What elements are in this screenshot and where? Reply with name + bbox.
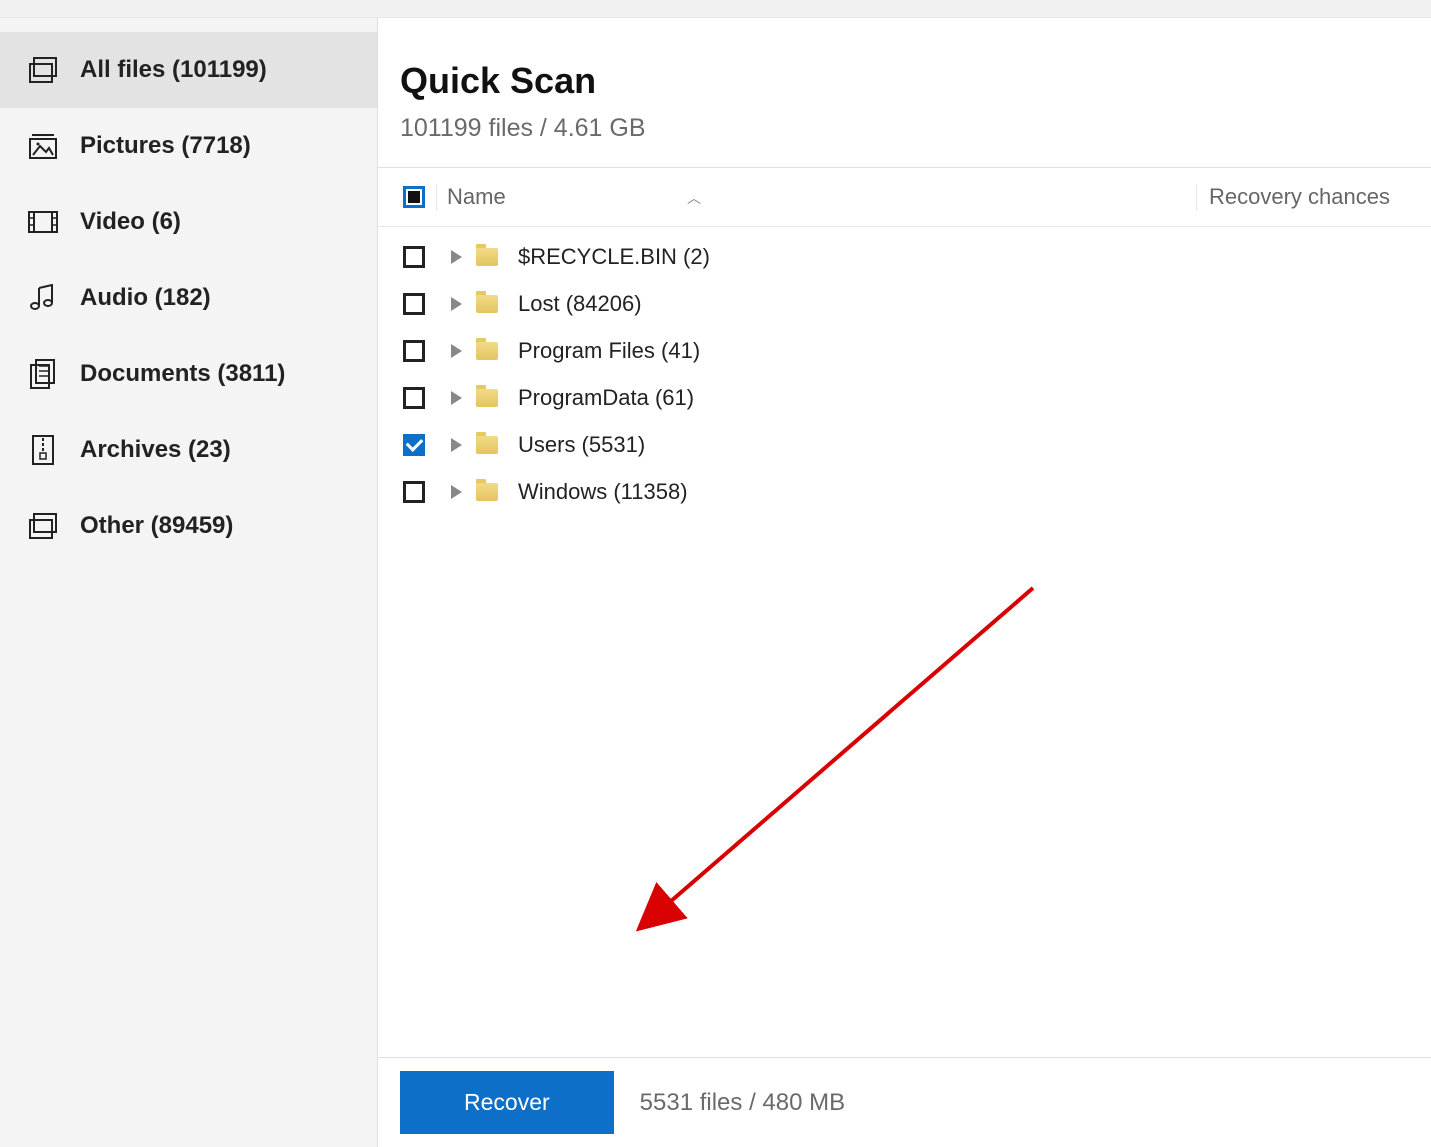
footer-bar: Recover 5531 files / 480 MB xyxy=(378,1057,1431,1147)
scan-summary: 101199 files / 4.61 GB xyxy=(400,114,1409,143)
sidebar-item-other[interactable]: Other (89459) xyxy=(0,488,377,564)
page-title: Quick Scan xyxy=(400,60,1409,102)
folder-name: Lost (84206) xyxy=(518,291,1431,317)
sidebar-item-video[interactable]: Video (6) xyxy=(0,184,377,260)
chevron-right-icon xyxy=(451,344,462,358)
table-row[interactable]: $RECYCLE.BIN (2) xyxy=(378,233,1431,280)
table-row[interactable]: ProgramData (61) xyxy=(378,374,1431,421)
selection-status: 5531 files / 480 MB xyxy=(640,1089,845,1117)
select-all-checkbox[interactable] xyxy=(403,186,425,208)
folder-icon xyxy=(476,483,506,501)
row-checkbox[interactable] xyxy=(403,246,425,268)
column-header-name[interactable]: Name ︿ xyxy=(436,184,1196,210)
sidebar-item-label: Pictures (7718) xyxy=(80,132,251,160)
folder-name: ProgramData (61) xyxy=(518,385,1431,411)
sort-ascending-icon: ︿ xyxy=(687,188,701,208)
expand-toggle[interactable] xyxy=(436,250,476,264)
expand-toggle[interactable] xyxy=(436,485,476,499)
all-files-icon xyxy=(28,55,58,85)
folder-icon xyxy=(476,389,506,407)
row-checkbox[interactable] xyxy=(403,481,425,503)
recover-button[interactable]: Recover xyxy=(400,1071,614,1134)
chevron-right-icon xyxy=(451,250,462,264)
folder-name: $RECYCLE.BIN (2) xyxy=(518,244,1431,270)
file-table-header: Name ︿ Recovery chances xyxy=(378,167,1431,227)
chevron-right-icon xyxy=(451,485,462,499)
sidebar-item-audio[interactable]: Audio (182) xyxy=(0,260,377,336)
folder-icon xyxy=(476,295,506,313)
sidebar-item-label: Archives (23) xyxy=(80,436,231,464)
sidebar-item-archives[interactable]: Archives (23) xyxy=(0,412,377,488)
sidebar-item-label: Documents (3811) xyxy=(80,360,285,388)
sidebar-item-label: Video (6) xyxy=(80,208,181,236)
table-row[interactable]: Users (5531) xyxy=(378,421,1431,468)
expand-toggle[interactable] xyxy=(436,344,476,358)
sidebar-item-label: Audio (182) xyxy=(80,284,211,312)
sidebar-item-all-files[interactable]: All files (101199) xyxy=(0,32,377,108)
sidebar-item-documents[interactable]: Documents (3811) xyxy=(0,336,377,412)
video-icon xyxy=(28,207,58,237)
row-checkbox[interactable] xyxy=(403,293,425,315)
table-row[interactable]: Program Files (41) xyxy=(378,327,1431,374)
folder-name: Users (5531) xyxy=(518,432,1431,458)
table-row[interactable]: Lost (84206) xyxy=(378,280,1431,327)
chevron-right-icon xyxy=(451,297,462,311)
sidebar-item-label: All files (101199) xyxy=(80,56,267,84)
archives-icon xyxy=(28,435,58,465)
table-row[interactable]: Windows (11358) xyxy=(378,468,1431,515)
folder-icon xyxy=(476,248,506,266)
chevron-right-icon xyxy=(451,391,462,405)
row-checkbox[interactable] xyxy=(403,434,425,456)
expand-toggle[interactable] xyxy=(436,438,476,452)
expand-toggle[interactable] xyxy=(436,297,476,311)
documents-icon xyxy=(28,359,58,389)
other-icon xyxy=(28,511,58,541)
expand-toggle[interactable] xyxy=(436,391,476,405)
sidebar-item-label: Other (89459) xyxy=(80,512,233,540)
folder-icon xyxy=(476,436,506,454)
row-checkbox[interactable] xyxy=(403,340,425,362)
column-name-label: Name xyxy=(447,184,506,210)
column-header-recovery[interactable]: Recovery chances xyxy=(1196,184,1431,210)
main-panel: Quick Scan 101199 files / 4.61 GB Name ︿… xyxy=(378,18,1431,1147)
chevron-right-icon xyxy=(451,438,462,452)
file-list: $RECYCLE.BIN (2) Lost (84206) Program Fi… xyxy=(378,227,1431,515)
column-recovery-label: Recovery chances xyxy=(1209,184,1390,209)
folder-name: Windows (11358) xyxy=(518,479,1431,505)
audio-icon xyxy=(28,283,58,313)
sidebar-item-pictures[interactable]: Pictures (7718) xyxy=(0,108,377,184)
category-sidebar: All files (101199) Pictures (7718) Video… xyxy=(0,18,378,1147)
pictures-icon xyxy=(28,131,58,161)
folder-icon xyxy=(476,342,506,360)
folder-name: Program Files (41) xyxy=(518,338,1431,364)
row-checkbox[interactable] xyxy=(403,387,425,409)
window-titlebar-strip xyxy=(0,0,1431,18)
